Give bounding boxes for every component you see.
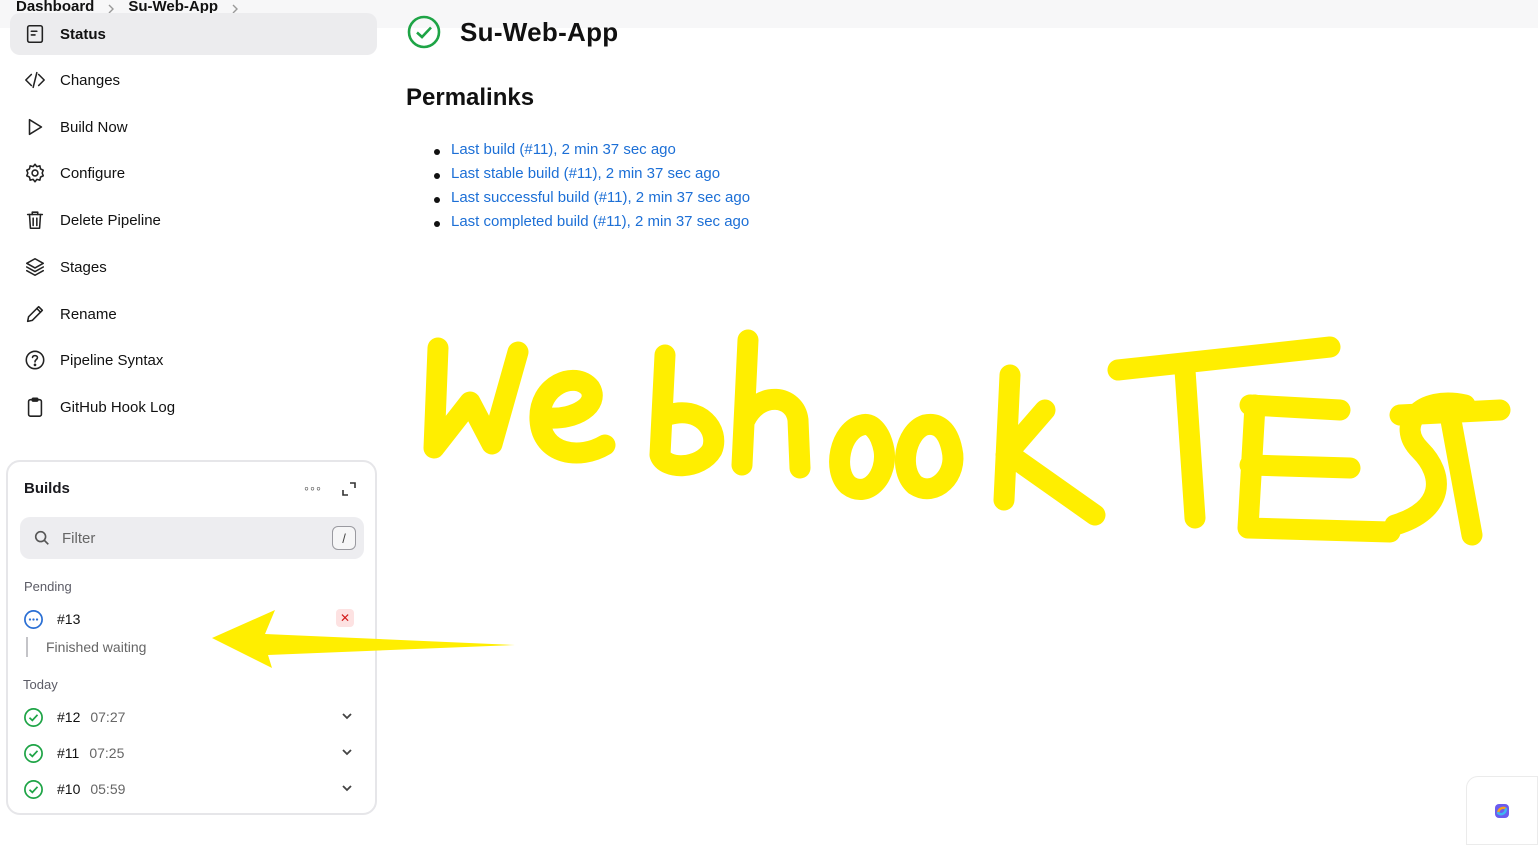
sidebar-item-delete-pipeline[interactable]: Delete Pipeline: [10, 199, 377, 241]
filter-input[interactable]: [62, 529, 312, 547]
sidebar-item-label: Status: [60, 25, 106, 43]
success-status-icon: [22, 706, 44, 728]
filter-shortcut-key: /: [332, 526, 356, 550]
build-number: #11: [57, 745, 80, 761]
copilot-icon: [1495, 803, 1509, 818]
cancel-build-button[interactable]: ✕: [336, 609, 354, 627]
sidebar-item-stages[interactable]: Stages: [10, 246, 377, 288]
build-time: 07:27: [90, 709, 126, 725]
permalink-last-build[interactable]: Last build (#11), 2 min 37 sec ago: [433, 141, 750, 165]
gear-icon: [22, 160, 48, 186]
sidebar-item-label: Delete Pipeline: [60, 211, 161, 229]
trash-icon: [22, 207, 48, 233]
chevron-down-icon[interactable]: [340, 745, 356, 761]
sidebar-item-label: Stages: [60, 258, 107, 276]
sidebar-item-github-hook-log[interactable]: GitHub Hook Log: [10, 386, 377, 428]
build-row[interactable]: #11 07:25: [22, 739, 362, 767]
pending-group-label: Pending: [24, 579, 72, 594]
chevron-down-icon[interactable]: [340, 709, 356, 725]
success-status-icon: [407, 15, 441, 49]
permalink-last-completed-build[interactable]: Last completed build (#11), 2 min 37 sec…: [433, 213, 750, 237]
sidebar-item-label: Pipeline Syntax: [60, 351, 164, 369]
breadcrumb-dashboard[interactable]: Dashboard: [16, 0, 94, 14]
build-time: 07:25: [89, 745, 125, 761]
success-status-icon: [22, 778, 44, 800]
search-icon: [32, 528, 52, 548]
sidebar-item-label: GitHub Hook Log: [60, 398, 176, 416]
build-row[interactable]: #10 05:59: [22, 775, 362, 803]
permalink-last-stable-build[interactable]: Last stable build (#11), 2 min 37 sec ag…: [433, 165, 750, 189]
pending-status-icon: [22, 608, 44, 630]
substatus-text: Finished waiting: [46, 639, 147, 655]
more-options-icon[interactable]: ◦◦◦: [300, 478, 326, 498]
today-group-label: Today: [23, 677, 58, 692]
breadcrumb-job[interactable]: Su-Web-App: [128, 0, 218, 14]
filter-box: /: [20, 517, 364, 559]
builds-title: Builds: [24, 480, 70, 497]
permalinks-list: Last build (#11), 2 min 37 sec ago Last …: [433, 141, 750, 237]
sidebar-item-rename[interactable]: Rename: [10, 293, 377, 335]
code-icon: [22, 67, 48, 93]
play-icon: [22, 114, 48, 140]
sidebar-item-label: Configure: [60, 164, 126, 182]
success-status-icon: [22, 742, 44, 764]
sidebar-item-configure[interactable]: Configure: [10, 152, 377, 194]
build-row[interactable]: #12 07:27: [22, 703, 362, 731]
layers-icon: [22, 254, 48, 280]
sidebar-item-build-now[interactable]: Build Now: [10, 106, 377, 148]
substatus-divider: [26, 637, 28, 657]
page-title-row: Su-Web-App: [406, 14, 619, 50]
build-time: 05:59: [90, 781, 126, 797]
permalink-last-successful-build[interactable]: Last successful build (#11), 2 min 37 se…: [433, 189, 750, 213]
build-row-pending[interactable]: #13 ✕: [22, 605, 362, 633]
clipboard-icon: [22, 394, 48, 420]
build-number: #12: [57, 709, 81, 725]
sidebar-item-pipeline-syntax[interactable]: Pipeline Syntax: [10, 339, 377, 381]
sidebar-item-label: Build Now: [60, 118, 128, 136]
pending-substatus: Finished waiting: [26, 636, 146, 658]
page-title: Su-Web-App: [460, 16, 619, 47]
sidebar-item-label: Changes: [60, 71, 121, 89]
sidebar-item-label: Rename: [60, 305, 117, 323]
chevron-down-icon[interactable]: [340, 781, 356, 797]
build-number: #13: [57, 611, 81, 627]
build-number: #10: [57, 781, 81, 797]
annotation-text-webhook-test: [423, 329, 1511, 546]
help-icon: [22, 347, 48, 373]
copilot-widget[interactable]: [1466, 776, 1538, 845]
pencil-icon: [22, 301, 48, 327]
expand-icon[interactable]: [338, 478, 360, 500]
sidebar-item-status[interactable]: Status: [10, 13, 377, 55]
permalinks-heading: Permalinks: [406, 84, 535, 111]
status-icon: [22, 21, 48, 47]
sidebar-item-changes[interactable]: Changes: [10, 59, 377, 101]
